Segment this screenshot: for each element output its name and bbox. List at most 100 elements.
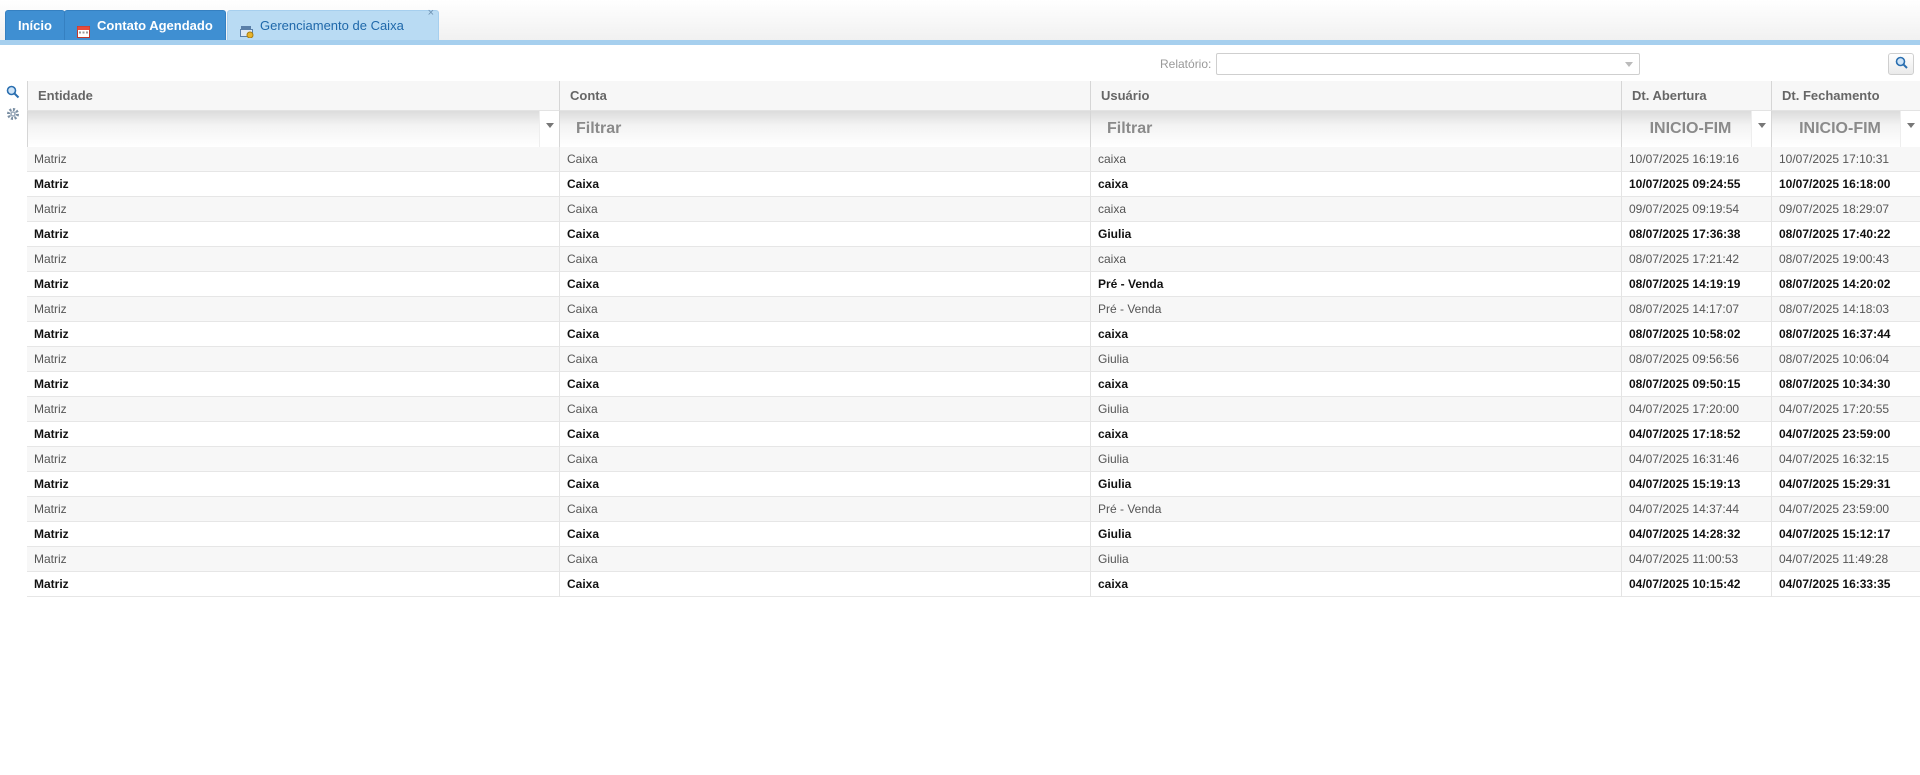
cell-entidade: Matriz <box>34 402 67 416</box>
table-row[interactable]: Matriz Caixa caixa 04/07/2025 10:15:42 04/07… <box>27 572 1920 597</box>
filter-conta-input[interactable] <box>560 111 1090 147</box>
cell-dt-abertura: 04/07/2025 14:28:32 <box>1621 522 1771 547</box>
relatorio-select[interactable] <box>1216 53 1640 75</box>
filter-dt-abertura <box>1621 111 1771 147</box>
cell-usuario: caixa <box>1090 422 1621 447</box>
cell-usuario: Giulia <box>1090 347 1621 372</box>
table-row[interactable]: Matriz Caixa caixa 08/07/2025 17:21:42 08/07… <box>27 247 1920 272</box>
cell-usuario: Pré - Venda <box>1090 297 1621 322</box>
table-row[interactable]: Matriz Caixa caixa 10/07/2025 09:24:55 10/07… <box>27 172 1920 197</box>
table-row[interactable]: Matriz Caixa caixa 09/07/2025 09:19:54 09/07… <box>27 197 1920 222</box>
table-row[interactable]: Matriz Caixa Giulia 08/07/2025 09:56:56 08/0… <box>27 347 1920 372</box>
chevron-down-icon[interactable] <box>1751 111 1771 147</box>
cell-entidade: Matriz <box>34 477 69 491</box>
table-row[interactable]: Matriz Caixa Pré - Venda 04/07/2025 14:37:4… <box>27 497 1920 522</box>
cell-conta: Caixa <box>559 447 1090 472</box>
cell-dt-abertura: 10/07/2025 09:24:55 <box>1621 172 1771 197</box>
cell-usuario: caixa <box>1090 572 1621 597</box>
gear-icon[interactable] <box>6 107 22 123</box>
filter-dt-abertura-input[interactable] <box>1622 111 1751 147</box>
cell-dt-fechamento: 08/07/2025 14:18:03 <box>1771 297 1920 322</box>
cell-conta: Caixa <box>559 397 1090 422</box>
cell-dt-fechamento: 04/07/2025 17:20:55 <box>1771 397 1920 422</box>
cell-usuario: Giulia <box>1090 222 1621 247</box>
cell-dt-fechamento: 10/07/2025 16:18:00 <box>1771 172 1920 197</box>
cell-dt-fechamento: 08/07/2025 19:00:43 <box>1771 247 1920 272</box>
cell-dt-fechamento: 09/07/2025 18:29:07 <box>1771 197 1920 222</box>
table-row[interactable]: Matriz Caixa caixa 04/07/2025 17:18:52 04/07… <box>27 422 1920 447</box>
filter-conta <box>559 111 1090 147</box>
tab-contato-agendado[interactable]: Contato Agendado <box>64 10 226 40</box>
table-row[interactable]: Matriz Caixa Pré - Venda 08/07/2025 14:17:0… <box>27 297 1920 322</box>
column-header-dt-fechamento[interactable]: Dt. Fechamento <box>1771 81 1920 111</box>
cell-dt-abertura: 04/07/2025 11:00:53 <box>1621 547 1771 572</box>
search-icon <box>1895 56 1908 72</box>
cell-entidade: Matriz <box>34 502 67 516</box>
tab-gerenciamento-de-caixa[interactable]: Gerenciamento de Caixa × <box>227 7 439 40</box>
chevron-down-icon[interactable] <box>539 111 559 147</box>
cell-conta: Caixa <box>559 172 1090 197</box>
calendar-icon <box>77 19 90 38</box>
cell-entidade: Matriz <box>34 527 69 541</box>
chevron-down-icon[interactable] <box>1625 62 1633 67</box>
table-row[interactable]: Matriz Caixa Giulia 08/07/2025 17:36:38 08/0… <box>27 222 1920 247</box>
cell-dt-fechamento: 04/07/2025 15:12:17 <box>1771 522 1920 547</box>
cell-dt-abertura: 04/07/2025 10:15:42 <box>1621 572 1771 597</box>
cell-entidade: Matriz <box>34 277 69 291</box>
cell-entidade: Matriz <box>34 202 67 216</box>
cell-usuario: caixa <box>1090 372 1621 397</box>
table-row[interactable]: Matriz Caixa caixa 10/07/2025 16:19:16 10/07… <box>27 147 1920 172</box>
filter-usuario-input[interactable] <box>1091 111 1621 147</box>
cell-entidade: Matriz <box>34 352 67 366</box>
table-row[interactable]: Matriz Caixa Giulia 04/07/2025 15:19:13 04/0… <box>27 472 1920 497</box>
chevron-down-icon[interactable] <box>1900 111 1920 147</box>
cell-usuario: caixa <box>1090 247 1621 272</box>
close-icon[interactable]: × <box>428 6 434 20</box>
filter-entidade-input[interactable] <box>28 111 559 147</box>
cell-usuario: Giulia <box>1090 397 1621 422</box>
relatorio-search-button[interactable] <box>1888 53 1914 75</box>
cell-entidade: Matriz <box>34 452 67 466</box>
cell-entidade: Matriz <box>34 152 67 166</box>
cell-usuario: caixa <box>1090 197 1621 222</box>
tab-bar: Início Contato Agendado Gerenciamento de… <box>0 0 1920 45</box>
table-row[interactable]: Matriz Caixa Giulia 04/07/2025 16:31:46 04/0… <box>27 447 1920 472</box>
filter-dt-fechamento <box>1771 111 1920 147</box>
column-header-entidade[interactable]: Entidade <box>27 81 559 111</box>
cell-entidade: Matriz <box>34 227 69 241</box>
filter-dt-fechamento-input[interactable] <box>1772 111 1900 147</box>
table-row[interactable]: Matriz Caixa caixa 08/07/2025 10:58:02 08/07… <box>27 322 1920 347</box>
table-row[interactable]: Matriz Caixa Giulia 04/07/2025 14:28:32 04/0… <box>27 522 1920 547</box>
cell-dt-abertura: 04/07/2025 17:20:00 <box>1621 397 1771 422</box>
cell-conta: Caixa <box>559 197 1090 222</box>
cell-dt-abertura: 10/07/2025 16:19:16 <box>1621 147 1771 172</box>
cell-dt-fechamento: 10/07/2025 17:10:31 <box>1771 147 1920 172</box>
cell-conta: Caixa <box>559 422 1090 447</box>
table-row[interactable]: Matriz Caixa Giulia 04/07/2025 11:00:53 04/0… <box>27 547 1920 572</box>
column-header-usuario[interactable]: Usuário <box>1090 81 1621 111</box>
table-row[interactable]: Matriz Caixa Pré - Venda 08/07/2025 14:19:1… <box>27 272 1920 297</box>
cell-dt-fechamento: 08/07/2025 10:06:04 <box>1771 347 1920 372</box>
cell-dt-fechamento: 08/07/2025 16:37:44 <box>1771 322 1920 347</box>
grid-search-icon[interactable] <box>6 85 22 101</box>
cell-dt-fechamento: 04/07/2025 15:29:31 <box>1771 472 1920 497</box>
tab-inicio[interactable]: Início <box>5 10 65 40</box>
cell-dt-fechamento: 08/07/2025 10:34:30 <box>1771 372 1920 397</box>
column-header-conta[interactable]: Conta <box>559 81 1090 111</box>
cell-conta: Caixa <box>559 347 1090 372</box>
table-row[interactable]: Matriz Caixa Giulia 04/07/2025 17:20:00 04/0… <box>27 397 1920 422</box>
cell-dt-abertura: 08/07/2025 09:56:56 <box>1621 347 1771 372</box>
cell-usuario: Giulia <box>1090 522 1621 547</box>
cell-dt-fechamento: 04/07/2025 23:59:00 <box>1771 497 1920 522</box>
cell-conta: Caixa <box>559 297 1090 322</box>
filter-entidade <box>27 111 559 147</box>
cell-dt-abertura: 04/07/2025 16:31:46 <box>1621 447 1771 472</box>
cell-conta: Caixa <box>559 497 1090 522</box>
column-header-dt-abertura[interactable]: Dt. Abertura <box>1621 81 1771 111</box>
cash-register-icon <box>240 19 254 39</box>
cell-conta: Caixa <box>559 147 1090 172</box>
cell-dt-abertura: 04/07/2025 17:18:52 <box>1621 422 1771 447</box>
table-row[interactable]: Matriz Caixa caixa 08/07/2025 09:50:15 08/07… <box>27 372 1920 397</box>
cell-dt-fechamento: 08/07/2025 14:20:02 <box>1771 272 1920 297</box>
cell-dt-fechamento: 04/07/2025 23:59:00 <box>1771 422 1920 447</box>
